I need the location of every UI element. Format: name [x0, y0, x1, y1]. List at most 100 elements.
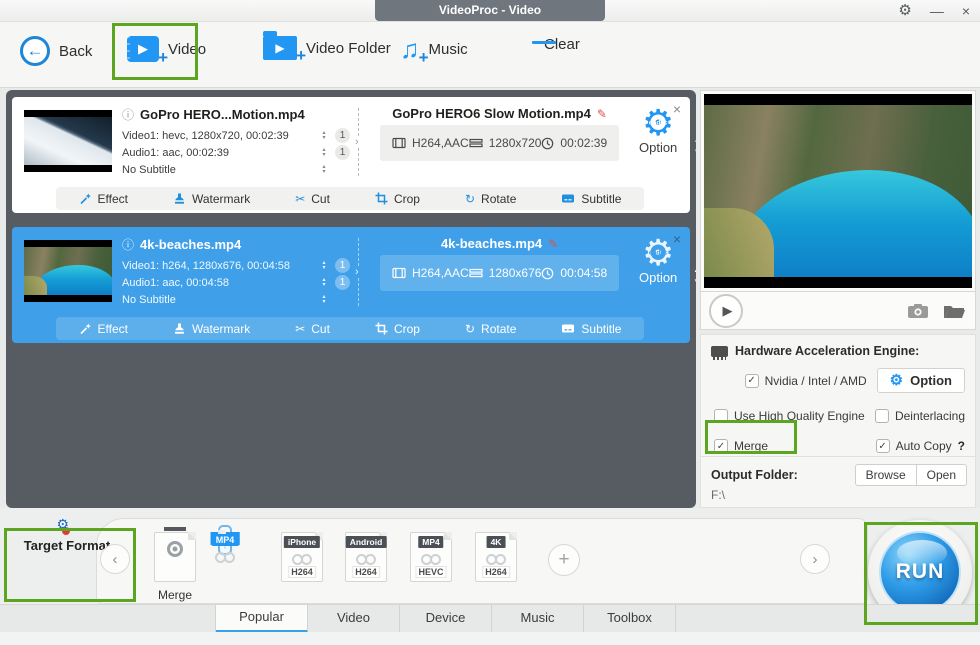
cut-button[interactable]: ✂ Cut — [295, 192, 330, 206]
format-card-mp4-h264-selected[interactable]: MP4 H264 — [218, 525, 232, 555]
output-info: GoPro HERO6 Slow Motion.mp4 ✎ H264,AAC 1… — [376, 104, 627, 186]
rotate-icon: ↻ — [465, 193, 475, 205]
format-card-merge[interactable]: Merge — [148, 532, 202, 602]
source-info: ⓘ 4k-beaches.mp4 Video1: h264, 1280x676,… — [122, 234, 350, 316]
play-button[interactable]: ▶ — [709, 294, 743, 328]
browse-button[interactable]: Browse — [855, 464, 917, 486]
video-thumbnail — [24, 240, 112, 302]
hardware-option-button[interactable]: ⚙ Option — [877, 368, 965, 393]
video-track-count: 1 — [335, 258, 350, 273]
move-up-icon[interactable]: ▲ — [689, 265, 696, 274]
merge-label: Merge — [734, 439, 768, 453]
merge-checkbox-row[interactable]: ✓ Merge — [714, 439, 768, 453]
gpu-label: Nvidia / Intel / AMD — [765, 374, 867, 388]
add-format-button[interactable]: + — [548, 544, 580, 576]
effect-button[interactable]: Effect — [79, 192, 128, 206]
tab-popular[interactable]: Popular — [216, 605, 308, 633]
auto-copy-checkbox-row[interactable]: ✓ Auto Copy ? — [876, 439, 965, 453]
format-card-iphone-h264[interactable]: iPhone H264 — [281, 532, 323, 582]
auto-copy-checkbox: ✓ — [876, 439, 890, 453]
move-down-icon[interactable]: ▼ — [689, 147, 696, 156]
aspect-ratio-icon — [469, 137, 483, 149]
subtitle-button[interactable]: Subtitle — [561, 192, 621, 206]
output-info: 4k-beaches.mp4 ✎ H264,AAC 1280x676 — [376, 234, 627, 316]
format-card-android-h264[interactable]: Android H264 — [345, 532, 387, 582]
video-list-panel: ⓘ GoPro HERO...Motion.mp4 Video1: hevc, … — [6, 90, 696, 508]
add-video-button[interactable]: ▶ + Video — [127, 36, 206, 62]
merge-checkbox: ✓ — [714, 439, 728, 453]
subtitle-button[interactable]: Subtitle — [561, 322, 621, 336]
video-item-gopro[interactable]: ⓘ GoPro HERO...Motion.mp4 Video1: hevc, … — [12, 97, 690, 213]
close-button[interactable]: × — [962, 0, 970, 22]
output-filename: GoPro HERO6 Slow Motion.mp4 — [392, 106, 591, 121]
info-icon[interactable]: ⓘ — [122, 106, 134, 123]
effect-wand-icon — [79, 322, 92, 335]
audio-track-info: Audio1: aac, 00:04:58 — [122, 277, 319, 289]
video-item-beaches[interactable]: ⓘ 4k-beaches.mp4 Video1: h264, 1280x676,… — [12, 227, 690, 343]
auto-copy-help-icon[interactable]: ? — [958, 439, 965, 453]
video-track-info: Video1: h264, 1280x676, 00:04:58 — [122, 260, 319, 272]
subtitle-stepper[interactable]: ▴▾ — [319, 165, 329, 175]
gpu-checkbox-row[interactable]: ✓ Nvidia / Intel / AMD — [745, 374, 867, 388]
film-reel-icon — [215, 552, 235, 563]
category-tab-bar: Popular Video Device Music Toolbox — [0, 604, 980, 632]
minimize-button[interactable]: — — [930, 0, 944, 22]
open-folder-icon[interactable] — [943, 303, 965, 319]
crop-button[interactable]: Crop — [375, 322, 420, 336]
source-filename: 4k-beaches.mp4 — [140, 237, 241, 252]
cut-button[interactable]: ✂ Cut — [295, 322, 330, 336]
remove-item-icon[interactable]: × — [673, 101, 681, 117]
crop-button[interactable]: Crop — [375, 192, 420, 206]
audio-track-count: 1 — [335, 145, 350, 160]
rename-icon[interactable]: ✎ — [548, 237, 558, 251]
add-video-folder-button[interactable]: ▶ + Video Folder — [263, 36, 391, 60]
audio-track-stepper[interactable]: ▴▾ — [319, 148, 329, 158]
clear-button[interactable]: Clear — [535, 36, 580, 53]
tab-music[interactable]: Music — [492, 605, 584, 633]
video-track-stepper[interactable]: ▴▾ — [319, 261, 329, 271]
audio-track-stepper[interactable]: ▴▾ — [319, 278, 329, 288]
back-button[interactable]: ← Back — [20, 36, 92, 66]
move-down-icon[interactable]: ▼ — [689, 277, 696, 286]
format-card-4k-h264[interactable]: 4K H264 — [475, 532, 517, 582]
rotate-button[interactable]: ↻ Rotate — [465, 322, 516, 336]
open-button[interactable]: Open — [917, 464, 967, 486]
back-label: Back — [59, 43, 92, 60]
scroll-left-button[interactable]: ‹ — [100, 544, 130, 574]
auto-copy-label: Auto Copy — [896, 439, 952, 453]
remove-item-icon[interactable]: × — [673, 231, 681, 247]
deinterlacing-label: Deinterlacing — [895, 409, 965, 423]
watermark-button[interactable]: Watermark — [173, 322, 250, 336]
video-track-stepper[interactable]: ▴▾ — [319, 131, 329, 141]
rotate-button[interactable]: ↻ Rotate — [465, 192, 516, 206]
watermark-button[interactable]: Watermark — [173, 192, 250, 206]
move-up-icon[interactable]: ▲ — [689, 135, 696, 144]
subtitle-stepper[interactable]: ▴▾ — [319, 295, 329, 305]
hardware-title: Hardware Acceleration Engine: — [735, 344, 919, 358]
snapshot-camera-icon[interactable] — [907, 303, 929, 319]
scroll-right-button[interactable]: › — [800, 544, 830, 574]
deinterlacing-checkbox-row[interactable]: ✓ Deinterlacing — [875, 409, 965, 423]
video-track-count: 1 — [335, 128, 350, 143]
clear-label: Clear — [544, 36, 580, 53]
output-folder-path: F:\ — [711, 488, 967, 502]
add-music-button[interactable]: ♫ + Music — [400, 36, 468, 62]
subtitle-icon — [561, 323, 575, 335]
format-card-mp4-hevc[interactable]: MP4 HEVC — [410, 532, 452, 582]
audio-track-info: Audio1: aac, 00:02:39 — [122, 147, 319, 159]
tab-toolbox[interactable]: Toolbox — [584, 605, 676, 633]
rename-icon[interactable]: ✎ — [597, 107, 607, 121]
film-icon — [392, 137, 406, 149]
effect-button[interactable]: Effect — [79, 322, 128, 336]
scissors-icon: ✂ — [295, 323, 305, 335]
high-quality-checkbox-row[interactable]: ✓ Use High Quality Engine — [714, 409, 865, 423]
tab-device[interactable]: Device — [400, 605, 492, 633]
tab-video[interactable]: Video — [308, 605, 400, 633]
subtitle-info: No Subtitle — [122, 164, 319, 176]
info-icon[interactable]: ⓘ — [122, 236, 134, 253]
settings-gear-icon[interactable]: ⚙ — [898, 0, 911, 22]
high-quality-checkbox: ✓ — [714, 409, 728, 423]
video-preview[interactable] — [700, 90, 976, 292]
video-folder-icon: ▶ + — [263, 36, 297, 60]
high-quality-label: Use High Quality Engine — [734, 409, 865, 423]
